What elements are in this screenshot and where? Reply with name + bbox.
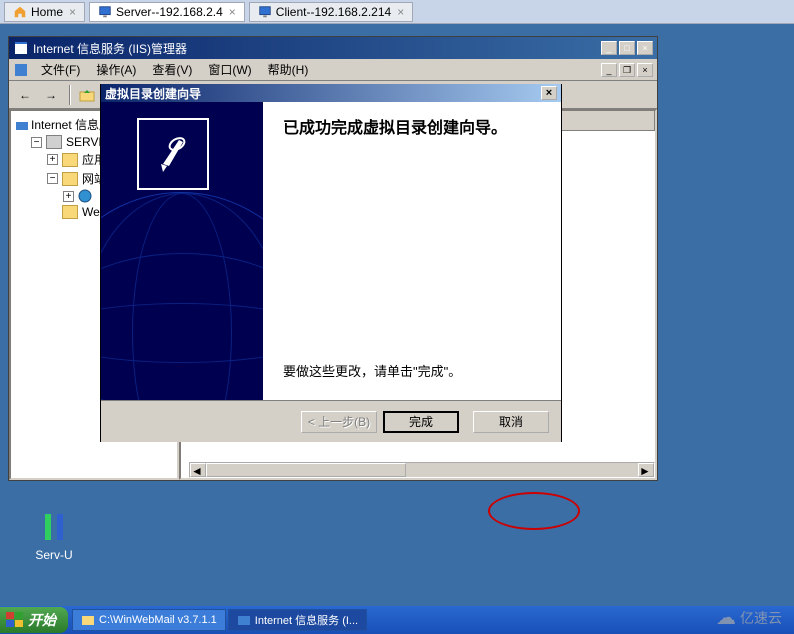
scroll-thumb[interactable] [206,463,406,477]
wizard-icon-box [137,118,209,190]
expand-icon[interactable]: + [47,154,58,165]
cancel-button[interactable]: 取消 [473,411,549,433]
window-titlebar[interactable]: Internet 信息服务 (IIS)管理器 _ □ × [9,37,657,59]
close-icon[interactable]: × [229,5,236,19]
home-icon [13,5,27,19]
wizard-dialog: 虚拟目录创建向导 × 已成功完成虚拟目录创建向导。 要做这些更改，请单击"完成"… [100,84,562,442]
wizard-instruction: 要做这些更改，请单击"完成"。 [283,361,461,380]
taskbar-item-winwebmail[interactable]: C:\WinWebMail v3.7.1.1 [72,609,226,631]
window-title: Internet 信息服务 (IIS)管理器 [33,40,599,57]
window-controls: _ □ × [599,41,653,55]
cloud-icon: ☁ [716,605,736,630]
back-button: < 上一步(B) [301,411,377,433]
desktop-icon-servu[interactable]: Serv-U [24,510,84,562]
browser-tab-server[interactable]: Server--192.168.2.4 × [89,2,245,22]
wizard-content: 已成功完成虚拟目录创建向导。 要做这些更改，请单击"完成"。 [263,102,561,400]
start-label: 开始 [28,610,56,630]
browser-tab-home[interactable]: Home × [4,2,85,22]
finish-button[interactable]: 完成 [383,411,459,433]
collapse-icon[interactable]: − [47,173,58,184]
app-icon [13,62,29,78]
menu-view[interactable]: 查看(V) [144,59,200,80]
browser-tab-bar: Home × Server--192.168.2.4 × Client--192… [0,0,794,24]
windows-logo-icon [6,612,24,628]
scroll-left-button[interactable]: ◄ [190,463,206,477]
folder-icon [81,613,95,627]
wizard-title: 虚拟目录创建向导 [105,85,201,102]
horizontal-scrollbar[interactable]: ◄ ► [189,462,655,478]
child-close-button[interactable]: × [637,63,653,77]
wizard-titlebar[interactable]: 虚拟目录创建向导 × [101,84,561,102]
scroll-right-button[interactable]: ► [638,463,654,477]
browser-tab-client[interactable]: Client--192.168.2.214 × [249,2,413,22]
folder-icon [62,172,78,186]
child-restore-button[interactable]: ❐ [619,63,635,77]
start-button[interactable]: 开始 [0,607,68,633]
folder-up-icon [79,88,95,102]
separator [69,85,71,105]
screen-icon [258,5,272,19]
expand-icon[interactable]: + [63,191,74,202]
watermark-text: 亿速云 [740,608,782,628]
taskbar-item-iis[interactable]: Internet 信息服务 (I... [228,609,367,631]
close-button[interactable]: × [637,41,653,55]
maximize-button[interactable]: □ [619,41,635,55]
wizard-body: 已成功完成虚拟目录创建向导。 要做这些更改，请单击"完成"。 [101,102,561,400]
iis-root-icon [15,118,31,132]
globe-decoration [101,192,263,400]
wizard-button-bar: < 上一步(B) 完成 取消 [101,400,561,442]
annotation-circle [488,492,580,530]
directory-icon [149,130,197,178]
menu-window[interactable]: 窗口(W) [200,59,259,80]
taskbar-label: C:\WinWebMail v3.7.1.1 [99,614,217,626]
up-button[interactable] [75,84,99,106]
globe-icon [78,189,94,203]
servu-icon [37,510,71,544]
iis-icon [237,613,251,627]
close-icon[interactable]: × [69,5,76,19]
wizard-sidebar [101,102,263,400]
taskbar-label: Internet 信息服务 (I... [255,612,358,628]
menubar: 文件(F) 操作(A) 查看(V) 窗口(W) 帮助(H) _ ❐ × [9,59,657,81]
forward-button[interactable]: → [39,84,63,106]
taskbar: 开始 C:\WinWebMail v3.7.1.1 Internet 信息服务 … [0,606,794,634]
close-icon[interactable]: × [397,5,404,19]
iis-icon [13,40,29,56]
close-button[interactable]: × [541,86,557,100]
screen-icon [98,5,112,19]
collapse-icon[interactable]: − [31,137,42,148]
tab-label: Home [31,5,63,19]
folder-icon [62,153,78,167]
menu-action[interactable]: 操作(A) [88,59,144,80]
folder-icon [62,205,78,219]
taskbar-items: C:\WinWebMail v3.7.1.1 Internet 信息服务 (I.… [68,609,794,631]
icon-label: Serv-U [35,548,72,562]
wizard-heading: 已成功完成虚拟目录创建向导。 [283,114,541,138]
child-minimize-button[interactable]: _ [601,63,617,77]
watermark: ☁ 亿速云 [716,605,782,630]
tab-label: Client--192.168.2.214 [276,5,391,19]
tab-label: Server--192.168.2.4 [116,5,223,19]
back-button[interactable]: ← [13,84,37,106]
menu-help[interactable]: 帮助(H) [260,59,317,80]
minimize-button[interactable]: _ [601,41,617,55]
computer-icon [46,135,62,149]
menu-file[interactable]: 文件(F) [33,59,88,80]
